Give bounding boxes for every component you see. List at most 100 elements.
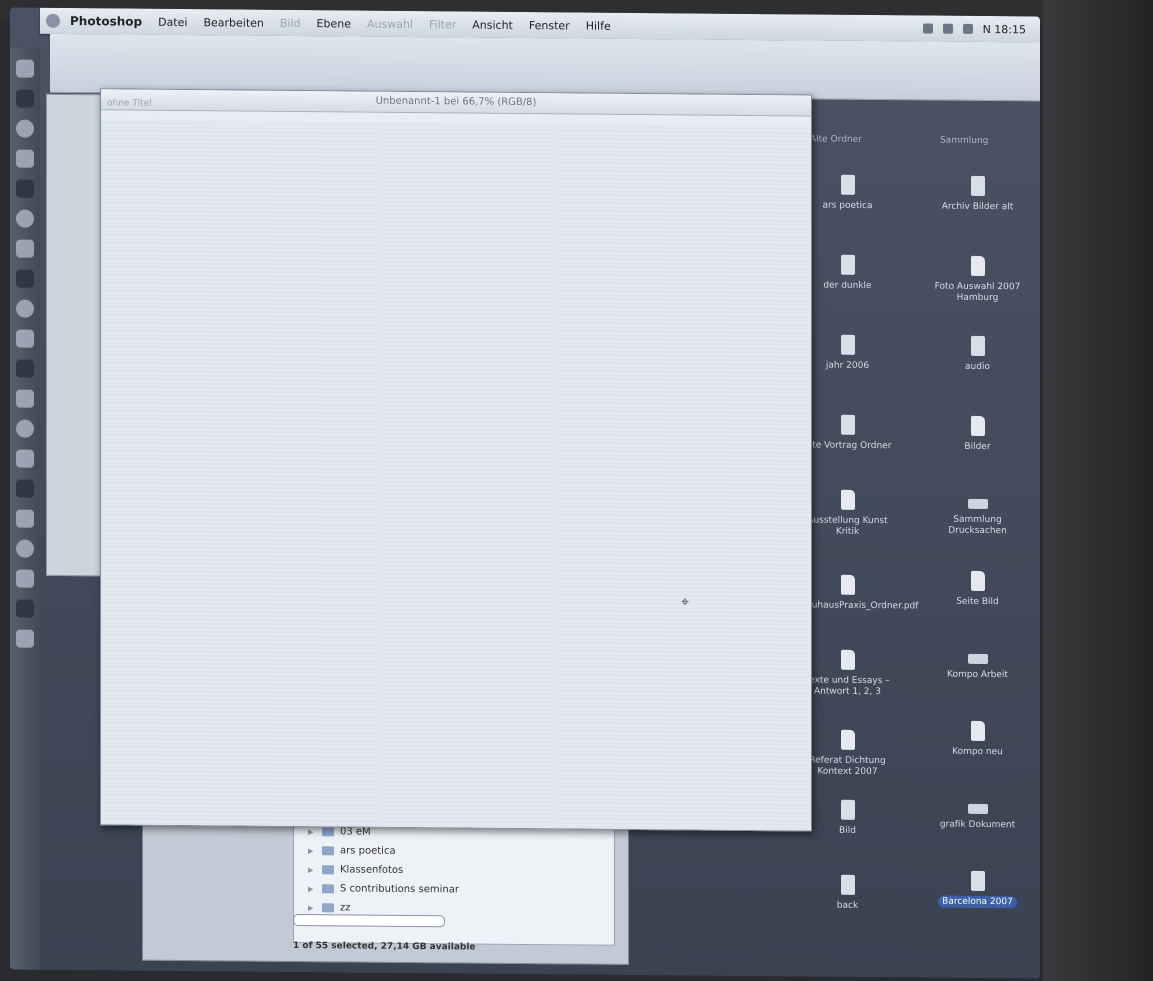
script-menu-icon[interactable]	[922, 23, 933, 34]
mail-dock-icon[interactable]	[16, 149, 34, 168]
document-icon	[970, 720, 985, 742]
app-dock-icon-6[interactable]	[16, 509, 34, 528]
desktop-icon[interactable]: Archiv Bilder alt	[930, 175, 1025, 214]
desktop-icon[interactable]: BauhausPraxis_Ordner.pdf	[800, 574, 918, 612]
menu-bild[interactable]: Bild	[280, 16, 301, 29]
desktop-icon[interactable]: Seite Bild	[930, 570, 1025, 609]
drive-icon	[967, 498, 988, 510]
dashboard-dock-icon[interactable]	[16, 89, 34, 108]
menu-ebene[interactable]: Ebene	[317, 17, 351, 30]
app-dock-icon-5[interactable]	[16, 479, 34, 498]
disclosure-triangle-icon[interactable]: ▶	[308, 847, 318, 855]
document-icon	[970, 570, 985, 592]
document-canvas[interactable]: ⌖	[101, 119, 811, 831]
app-dock-icon-2[interactable]	[16, 389, 34, 408]
horizontal-scrollbar[interactable]	[293, 913, 445, 928]
desktop-icon[interactable]: Sammlung Drucksachen	[930, 491, 1025, 538]
menu-datei[interactable]: Datei	[158, 15, 187, 28]
menu-ansicht[interactable]: Ansicht	[472, 18, 513, 31]
list-item-label: 03 eM	[340, 826, 371, 838]
itunes-dock-icon[interactable]	[16, 209, 34, 228]
desktop-icon-label: Referat Dichtung Kontext 2007	[809, 755, 886, 778]
menu-hilfe[interactable]: Hilfe	[586, 19, 611, 32]
desktop-icon-label: der dunkle	[823, 280, 872, 292]
desktop-icon-label: back	[836, 900, 859, 911]
disclosure-triangle-icon[interactable]: ▶	[308, 866, 318, 874]
desktop-icon-label: Texte und Essays – Antwort 1, 2, 3	[805, 675, 890, 698]
desktop-icon-label: Seite Bild	[956, 596, 999, 608]
desktop-icon-label: ars poetica	[822, 200, 873, 212]
photoshop-dock-icon[interactable]	[16, 329, 34, 348]
folder-icon	[322, 884, 334, 894]
desktop-icon-label: Archiv Bilder alt	[941, 201, 1014, 213]
menu-app-name[interactable]: Photoshop	[70, 14, 142, 29]
battery-icon[interactable]	[962, 23, 973, 34]
desktop-icon[interactable]: ars poetica	[800, 174, 895, 212]
safari-dock-icon[interactable]	[16, 119, 34, 138]
desktop-icon[interactable]: Foto Auswahl 2007 Hamburg	[930, 255, 1025, 305]
folder-icon	[322, 846, 334, 856]
app-dock-icon-4[interactable]	[16, 449, 34, 468]
desktop-icon[interactable]: grafik Dokument	[930, 796, 1025, 832]
photoshop-tool-panel	[46, 93, 108, 577]
folder-icon	[322, 903, 334, 913]
desktop-icon-label: Ausstellung Kunst Kritik	[807, 515, 888, 537]
folder-icon	[970, 870, 985, 892]
desktop-icon[interactable]: Bild	[800, 799, 895, 837]
app-dock-icon-9[interactable]	[16, 599, 34, 618]
disclosure-triangle-icon[interactable]: ▶	[308, 828, 318, 836]
app-dock-icon-7[interactable]	[16, 539, 34, 558]
desktop-icon[interactable]: Kompo neu	[930, 720, 1025, 759]
folder-icon	[322, 865, 334, 875]
screen-bezel-right	[1043, 0, 1153, 981]
app-dock-icon-8[interactable]	[16, 569, 34, 588]
volume-icon[interactable]	[942, 23, 953, 34]
desktop-icon[interactable]: Alte Vortrag Ordner	[800, 414, 895, 452]
finder-window: ▶ 03 eM ▶ ars poetica ▶ Klassenfotos ▶ S con…	[142, 808, 629, 965]
disclosure-triangle-icon[interactable]: ▶	[308, 904, 318, 912]
menu-clock[interactable]: N 18:15	[983, 22, 1026, 35]
app-dock-icon-3[interactable]	[16, 419, 34, 438]
disclosure-triangle-icon[interactable]: ▶	[308, 885, 318, 893]
desktop-icon[interactable]: audio	[930, 335, 1025, 374]
folder-icon	[970, 175, 985, 197]
desktop-icon[interactable]: jahr 2006	[800, 334, 895, 372]
desktop-icon[interactable]: Texte und Essays – Antwort 1, 2, 3	[800, 649, 895, 698]
folder-icon	[840, 174, 855, 195]
finder-dock-icon[interactable]	[16, 59, 34, 78]
app-dock-icon[interactable]	[16, 359, 34, 378]
menu-filter[interactable]: Filter	[429, 18, 456, 31]
document-icon	[970, 415, 985, 437]
list-item-label: ars poetica	[340, 845, 396, 857]
desktop-icon[interactable]: back	[800, 874, 895, 912]
desktop-icon-label: Kompo neu	[952, 746, 1003, 758]
list-item-label: zz	[340, 902, 351, 914]
document-title-bar[interactable]: ohne Titel Unbenannt-1 bei 66,7% (RGB/8)	[101, 89, 811, 117]
folder-icon	[840, 334, 855, 355]
document-icon	[840, 649, 855, 670]
list-item-label: S contributions seminar	[340, 883, 459, 896]
mac-screen: Photoshop Datei Bearbeiten Bild Ebene Au…	[10, 7, 1040, 979]
desktop-icon-selected[interactable]: Barcelona 2007	[930, 870, 1025, 909]
iphoto-dock-icon[interactable]	[16, 239, 34, 258]
document-icon	[840, 489, 855, 510]
menu-bearbeiten[interactable]: Bearbeiten	[203, 16, 263, 30]
menu-fenster[interactable]: Fenster	[529, 19, 570, 32]
trash-dock-icon[interactable]	[16, 629, 34, 648]
desktop-icon[interactable]: Referat Dichtung Kontext 2007	[800, 729, 895, 778]
desktop-icon[interactable]: Ausstellung Kunst Kritik	[800, 489, 895, 538]
desktop-icon-label: audio	[965, 361, 990, 373]
folder-icon	[970, 335, 985, 357]
menu-auswahl[interactable]: Auswahl	[367, 17, 413, 30]
desktop-icon[interactable]: der dunkle	[800, 254, 895, 292]
system-prefs-dock-icon[interactable]	[16, 299, 34, 318]
desktop-icon[interactable]: Kompo Arbeit	[930, 646, 1025, 682]
ical-dock-icon[interactable]	[16, 179, 34, 198]
list-item-label: Klassenfotos	[340, 864, 404, 876]
desktop-icon[interactable]: Bilder	[930, 415, 1025, 454]
desktop-icon-label: Alte Vortrag Ordner	[803, 440, 892, 452]
folder-icon	[840, 254, 855, 275]
terminal-dock-icon[interactable]	[16, 269, 34, 288]
apple-menu-icon[interactable]	[46, 13, 60, 28]
document-title: Unbenannt-1 bei 66,7% (RGB/8)	[375, 95, 537, 109]
